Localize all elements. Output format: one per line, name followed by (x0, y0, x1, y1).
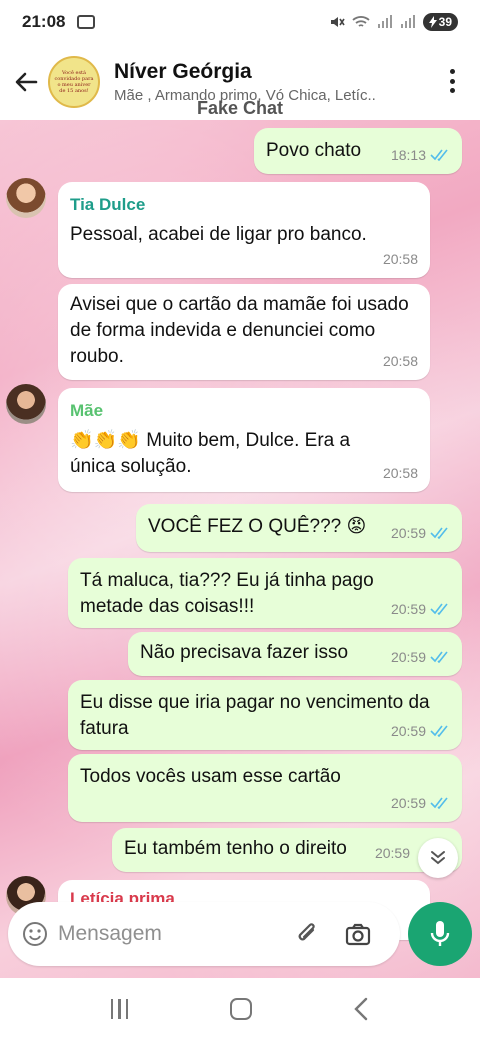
double-check-icon (430, 725, 448, 737)
message-bubble[interactable]: Povo chato 18:13 (254, 128, 462, 174)
message-bubble[interactable]: Mãe 👏👏👏 Muito bem, Dulce. Era a única so… (58, 388, 430, 492)
message-text: Todos vocês usam esse cartão (80, 766, 341, 787)
double-check-icon (430, 651, 448, 663)
message-time: 20:58 (382, 465, 418, 481)
message-text: Tá maluca, tia??? Eu já tinha pago metad… (80, 570, 374, 617)
back-nav-button[interactable] (353, 997, 369, 1021)
battery-level: 39 (438, 15, 452, 29)
message-bubble[interactable]: VOCÊ FEZ O QUÊ??? 😡 20:59 (136, 504, 462, 552)
message-text: VOCÊ FEZ O QUÊ??? 😡 (148, 516, 367, 537)
message-time: 20:59 (391, 520, 450, 546)
message-text: 👏👏👏 Muito bem, Dulce. Era a única soluçã… (70, 430, 351, 477)
attach-icon[interactable] (294, 920, 322, 948)
message-bubble[interactable]: Eu disse que iria pagar no vencimento da… (68, 680, 462, 750)
message-bubble[interactable]: Eu também tenho o direito 20:59 (112, 828, 462, 872)
message-time: 20:58 (382, 251, 418, 267)
message-text: Pessoal, acabei de ligar pro banco. (70, 224, 367, 245)
microphone-icon (430, 921, 450, 946)
status-bar: 21:08 39 (0, 0, 480, 44)
camera-icon[interactable] (344, 920, 372, 948)
message-bubble[interactable]: Não precisava fazer isso 20:59 (128, 632, 462, 676)
message-bubble[interactable]: Tá maluca, tia??? Eu já tinha pago metad… (68, 558, 462, 628)
double-check-icon (430, 797, 448, 809)
message-input[interactable] (58, 922, 278, 946)
sender-name: Mãe (70, 401, 104, 420)
avatar[interactable] (6, 384, 46, 424)
message-time: 20:59 (391, 718, 450, 744)
avatar[interactable] (6, 178, 46, 218)
signal-icon-2 (400, 15, 415, 28)
chat-area[interactable]: Povo chato 18:13 Tia Dulce Pessoal, acab… (0, 120, 480, 978)
message-text: Eu também tenho o direito (124, 838, 347, 859)
screen-record-icon (77, 15, 96, 29)
message-input-bar (8, 902, 400, 966)
emoji-icon[interactable] (22, 921, 48, 947)
double-check-icon (430, 527, 448, 539)
chevron-double-down-icon (431, 851, 445, 865)
chat-title: Níver Geórgia (114, 60, 252, 83)
double-check-icon (430, 149, 448, 161)
mute-icon (330, 17, 345, 27)
mic-button[interactable] (408, 902, 472, 966)
message-time: 18:13 (391, 142, 450, 168)
arrow-left-icon (15, 72, 38, 92)
group-avatar-text: Você está convidado para o meu aniver de… (54, 70, 94, 94)
message-time: 20:58 (382, 353, 418, 369)
recents-button[interactable] (110, 999, 129, 1019)
sender-name: Tia Dulce (70, 195, 146, 214)
message-time: 20:59 (391, 596, 450, 622)
message-text: Povo chato (266, 140, 362, 161)
more-options-button[interactable] (442, 66, 462, 96)
status-time: 21:08 (22, 12, 66, 31)
charging-icon (428, 16, 437, 28)
message-bubble[interactable]: Avisei que o cartão da mamãe foi usado d… (58, 284, 430, 380)
message-bubble[interactable]: Todos vocês usam esse cartão 20:59 (68, 754, 462, 822)
message-time: 20:59 (391, 790, 450, 816)
message-text: Não precisava fazer isso (140, 642, 349, 663)
message-time: 20:59 (391, 644, 450, 670)
scroll-to-bottom-button[interactable] (418, 838, 458, 878)
double-check-icon (430, 603, 448, 615)
message-bubble[interactable]: Tia Dulce Pessoal, acabei de ligar pro b… (58, 182, 430, 278)
wifi-icon (352, 16, 370, 27)
battery-badge: 39 (422, 13, 458, 31)
fake-chat-label: Fake Chat (196, 98, 284, 118)
message-text: Avisei que o cartão da mamãe foi usado d… (70, 294, 409, 367)
signal-icon (377, 15, 392, 28)
status-icons: 39 (329, 13, 458, 31)
home-button[interactable] (229, 998, 252, 1020)
system-nav-bar (0, 978, 480, 1040)
message-time: 20:59 (374, 845, 410, 861)
